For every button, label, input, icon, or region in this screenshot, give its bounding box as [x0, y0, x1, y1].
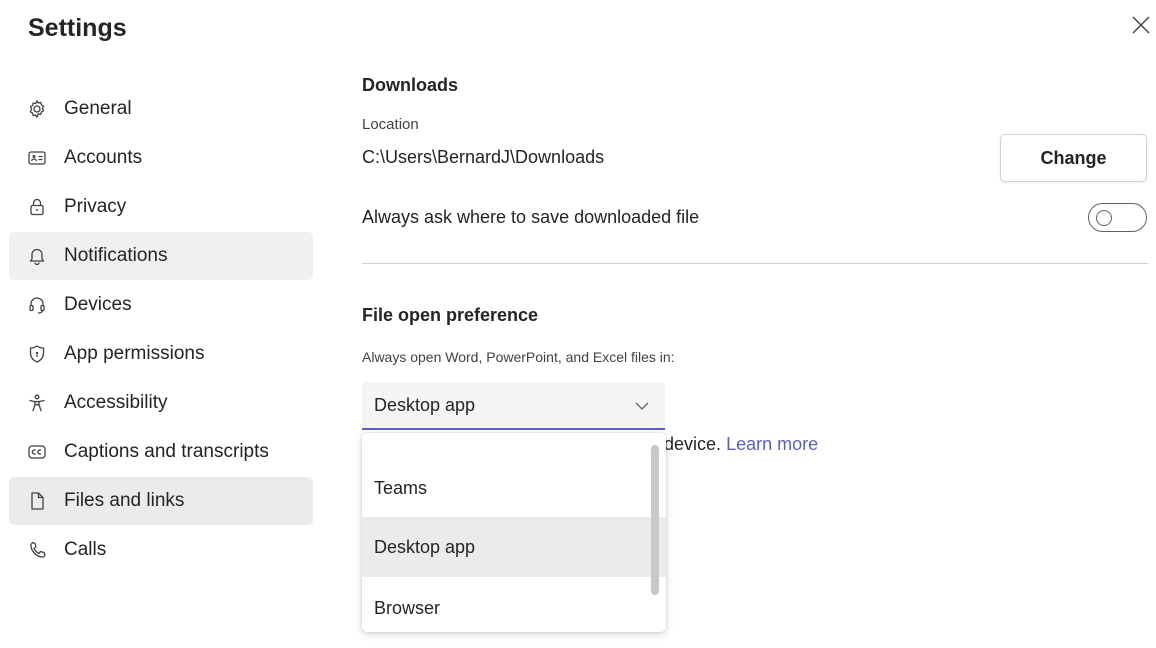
toggle-knob — [1096, 209, 1112, 226]
sidebar-item-devices[interactable]: Devices — [9, 281, 313, 329]
sidebar-item-label: Privacy — [64, 196, 127, 217]
lock-icon — [27, 197, 47, 217]
page-title: Settings — [28, 14, 127, 42]
file-open-select[interactable]: Desktop app — [362, 382, 665, 430]
dropdown-scrollbar[interactable] — [651, 445, 659, 595]
sidebar-item-label: Devices — [64, 294, 132, 315]
always-ask-label: Always ask where to save downloaded file — [362, 207, 700, 227]
file-open-hint: s device. Learn more — [650, 434, 818, 455]
sidebar-item-label: Calls — [64, 539, 107, 560]
shield-icon — [27, 344, 47, 364]
chevron-down-icon — [635, 402, 649, 410]
always-ask-toggle[interactable] — [1088, 203, 1147, 232]
bell-icon — [27, 246, 47, 266]
sidebar-item-label: Notifications — [64, 245, 168, 266]
sidebar-item-captions-and-transcripts[interactable]: Captions and transcripts — [9, 428, 313, 476]
sidebar-item-files-and-links[interactable]: Files and links — [9, 477, 313, 525]
file-open-selected-value: Desktop app — [374, 394, 476, 415]
id-card-icon — [27, 148, 47, 168]
dropdown-option-teams[interactable]: Teams — [362, 458, 666, 518]
phone-icon — [27, 540, 47, 560]
downloads-section-title: Downloads — [362, 75, 459, 95]
sidebar-item-label: Accessibility — [64, 392, 168, 413]
section-divider — [362, 263, 1148, 264]
file-open-dropdown: Teams Desktop app Browser — [362, 433, 666, 632]
accessibility-icon — [27, 393, 47, 413]
sidebar-item-accounts[interactable]: Accounts — [9, 134, 313, 182]
file-open-description: Always open Word, PowerPoint, and Excel … — [362, 349, 675, 365]
download-location-path: C:\Users\BernardJ\Downloads — [362, 147, 605, 167]
file-open-section-title: File open preference — [362, 305, 539, 325]
dropdown-option-browser[interactable]: Browser — [362, 578, 666, 632]
sidebar-item-general[interactable]: General — [9, 85, 313, 133]
settings-content: Downloads Location C:\Users\BernardJ\Dow… — [362, 0, 1148, 648]
file-icon — [27, 491, 47, 511]
change-location-button[interactable]: Change — [1000, 134, 1147, 182]
sidebar-item-label: Files and links — [64, 490, 185, 511]
sidebar-item-label: General — [64, 98, 132, 119]
sidebar-item-label: Accounts — [64, 147, 143, 168]
sidebar-item-label: App permissions — [64, 343, 205, 364]
dropdown-option-desktop-app[interactable]: Desktop app — [362, 517, 666, 577]
headset-icon — [27, 295, 47, 315]
learn-more-link[interactable]: Learn more — [726, 434, 818, 454]
sidebar-item-app-permissions[interactable]: App permissions — [9, 330, 313, 378]
sidebar-item-calls[interactable]: Calls — [9, 526, 313, 574]
captions-icon — [27, 442, 47, 462]
location-label: Location — [362, 116, 419, 133]
gear-icon — [27, 99, 47, 119]
settings-sidebar: General Accounts Privacy Notifications D… — [9, 85, 313, 575]
sidebar-item-label: Captions and transcripts — [64, 441, 269, 462]
sidebar-item-accessibility[interactable]: Accessibility — [9, 379, 313, 427]
sidebar-item-notifications[interactable]: Notifications — [9, 232, 313, 280]
sidebar-item-privacy[interactable]: Privacy — [9, 183, 313, 231]
